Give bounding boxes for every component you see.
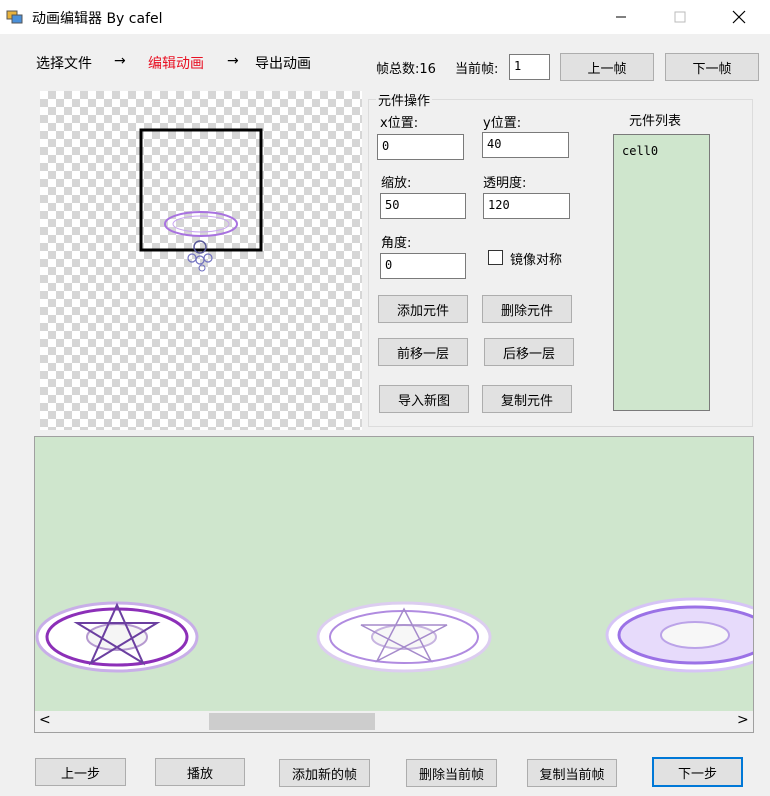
scale-label: 缩放:: [381, 176, 412, 191]
delete-frame-button[interactable]: 删除当前帧: [406, 759, 497, 787]
prev-frame-button[interactable]: 上一帧: [560, 53, 654, 81]
copy-frame-button[interactable]: 复制当前帧: [527, 759, 617, 787]
preview-canvas[interactable]: [40, 91, 362, 430]
delete-element-button[interactable]: 删除元件: [482, 295, 572, 323]
add-frame-button[interactable]: 添加新的帧: [279, 759, 370, 787]
step-arrow-2: →: [227, 53, 239, 69]
next-step-button[interactable]: 下一步: [652, 757, 743, 787]
timeline-scrollbar[interactable]: < >: [35, 711, 753, 732]
element-list-title: 元件列表: [629, 114, 682, 129]
element-list[interactable]: cell0: [613, 134, 710, 411]
scroll-left-arrow[interactable]: <: [39, 712, 51, 728]
opacity-input[interactable]: 120: [483, 193, 570, 219]
mirror-label: 镜像对称: [510, 253, 563, 268]
mirror-checkbox[interactable]: [488, 250, 503, 265]
window-title: 动画编辑器 By cafel: [32, 11, 163, 27]
step-edit-animation: 编辑动画: [148, 56, 204, 72]
current-frame-input[interactable]: 1: [509, 54, 550, 80]
frame-thumbnail-3[interactable]: [605, 597, 753, 673]
list-item[interactable]: cell0: [622, 144, 658, 158]
minimize-button[interactable]: [598, 0, 644, 34]
prev-step-button[interactable]: 上一步: [35, 758, 126, 786]
step-arrow-1: →: [114, 53, 126, 69]
y-position-label: y位置:: [483, 116, 522, 131]
copy-element-button[interactable]: 复制元件: [482, 385, 572, 413]
maximize-button[interactable]: [657, 0, 703, 34]
element-ops-title: 元件操作: [376, 90, 433, 109]
add-element-button[interactable]: 添加元件: [378, 295, 468, 323]
total-frames-label: 帧总数:16: [376, 62, 436, 77]
step-select-file: 选择文件: [36, 56, 92, 72]
scale-input[interactable]: 50: [380, 193, 466, 219]
app-icon: [6, 8, 24, 26]
import-image-button[interactable]: 导入新图: [379, 385, 469, 413]
scroll-right-arrow[interactable]: >: [737, 712, 749, 728]
frame-thumbnail-2[interactable]: [316, 601, 492, 673]
y-position-input[interactable]: 40: [482, 132, 569, 158]
move-back-button[interactable]: 后移一层: [484, 338, 574, 366]
opacity-label: 透明度:: [483, 176, 527, 191]
play-button[interactable]: 播放: [155, 758, 245, 786]
angle-input[interactable]: 0: [380, 253, 466, 279]
frame-thumbnail-1[interactable]: [35, 601, 199, 673]
x-position-input[interactable]: 0: [377, 134, 464, 160]
scroll-thumb[interactable]: [209, 713, 375, 730]
current-frame-label: 当前帧:: [455, 62, 499, 77]
step-export-animation: 导出动画: [255, 56, 311, 72]
close-button[interactable]: [716, 0, 762, 34]
title-bar: 动画编辑器 By cafel: [0, 0, 770, 34]
x-position-label: x位置:: [380, 116, 419, 131]
frame-timeline[interactable]: [34, 436, 754, 733]
move-forward-button[interactable]: 前移一层: [378, 338, 468, 366]
next-frame-button[interactable]: 下一帧: [665, 53, 759, 81]
angle-label: 角度:: [381, 236, 412, 251]
